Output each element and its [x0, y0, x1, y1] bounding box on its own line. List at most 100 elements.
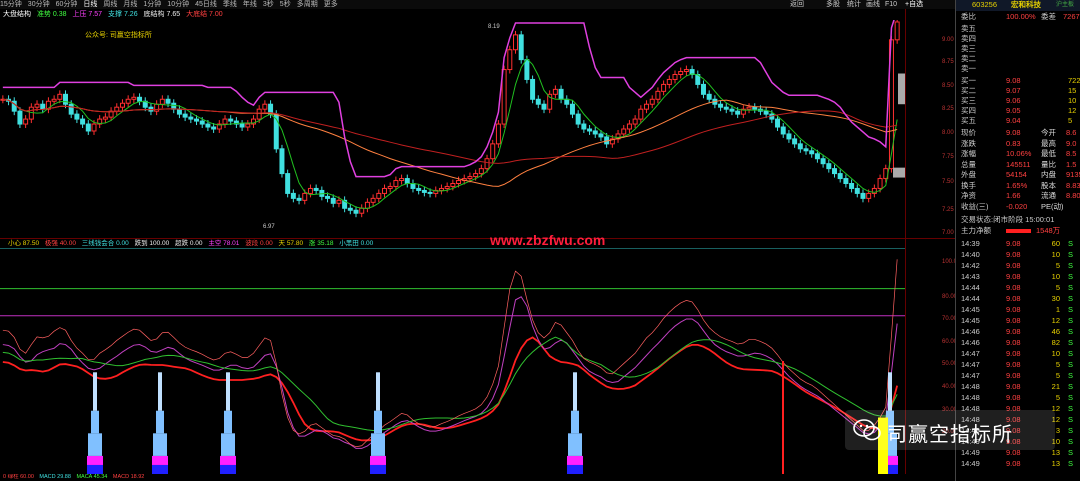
signal-bar [158, 372, 162, 411]
candle-body [102, 116, 108, 120]
period-tab[interactable]: 1分钟 [143, 1, 161, 8]
sell-level-label: 卖一 [961, 64, 976, 73]
toolbar-return[interactable]: 返回 [790, 0, 804, 9]
candle-body [63, 93, 68, 105]
stat-label: 现价 [961, 128, 976, 137]
candle-body [222, 118, 228, 125]
macd-value: MACD 18.92 [112, 474, 145, 480]
netflow-bar [1006, 229, 1031, 233]
candle-body [245, 123, 251, 128]
candle-body [661, 83, 667, 92]
period-tab[interactable]: 3秒 [263, 1, 274, 8]
tick-s: S [1068, 283, 1074, 292]
stat-label: 总量 [961, 159, 976, 169]
tick-v: 5 [1055, 261, 1060, 270]
signal-bar [87, 455, 103, 465]
candle-body [262, 103, 268, 110]
sub-indicator-value: 小心 87.50 [8, 240, 40, 247]
tick-s: S [1068, 382, 1074, 391]
candle-body [575, 113, 581, 125]
candle-body [359, 207, 365, 214]
candle-body [399, 178, 405, 182]
buy-level-label: 买五 [961, 116, 976, 125]
candle-body [626, 123, 632, 130]
tick-s: S [1068, 239, 1074, 248]
period-tab[interactable]: 更多 [324, 1, 338, 8]
buy-level-row: 买二 9.07 15 [956, 86, 1080, 96]
sub-indicator-value: 跌到 100.00 [134, 240, 170, 247]
period-tab[interactable]: 季线 [223, 1, 237, 8]
period-tab[interactable]: 年线 [243, 1, 257, 8]
indicator-value: 支撑 7.26 [108, 11, 138, 18]
period-tab[interactable]: 月线 [123, 1, 137, 8]
period-tab[interactable]: 15分钟 [0, 1, 22, 8]
tick-s: S [1068, 371, 1074, 380]
candle-body [119, 102, 125, 108]
sub-indicator-value: 极强 40.00 [44, 240, 76, 247]
osc-magenta-line [2, 296, 898, 449]
toolbar-stat[interactable]: 统计 [847, 0, 861, 9]
axis-tick-label: 7.75 [942, 154, 954, 160]
period-tab[interactable]: 10分钟 [167, 1, 189, 8]
sell-level-row: 卖二 [956, 54, 1080, 64]
tick-row: 14:39 9.08 60 S [956, 239, 1080, 249]
period-tab[interactable]: 日线 [83, 1, 97, 8]
toolbar-plus-self[interactable]: +自选 [905, 0, 923, 9]
tick-s: S [1068, 393, 1074, 402]
tick-p: 9.08 [1006, 272, 1021, 281]
candle-body [541, 103, 547, 110]
candle-body [490, 143, 496, 160]
stat-label: 换手 [961, 180, 976, 190]
signal-bar [91, 410, 99, 434]
period-tab[interactable]: 多周期 [297, 1, 318, 8]
period-tab[interactable]: 5秒 [280, 1, 291, 8]
candle-body [809, 150, 815, 155]
indicator-name[interactable]: 大盘结构 [3, 11, 31, 18]
price-candlestick-chart[interactable]: 8.19 6.97 [0, 20, 905, 238]
buy-price: 9.07 [1006, 86, 1021, 95]
candle-body [131, 96, 137, 100]
tick-v: 5 [1055, 283, 1060, 292]
stat-value: 8.6 [1066, 128, 1077, 137]
buy-volume: 5 [1068, 116, 1073, 125]
period-tab[interactable]: 30分钟 [28, 1, 50, 8]
stock-title[interactable]: 603256 宏和科技 沪主板 [956, 0, 1080, 11]
period-toolbar: 15分钟 30分钟 60分钟 日线 周线 月线 1分钟 10分钟 45日线 季线 年线 3秒 5秒 多周期… [0, 0, 955, 9]
sell-level-label: 卖二 [961, 54, 976, 63]
candle-body [125, 98, 131, 104]
axis-tick-label: 7.25 [942, 207, 954, 213]
tick-p: 9.08 [1006, 349, 1021, 358]
indicator-value: 大底结 7.00 [186, 11, 223, 18]
sub-indicator-value: 超跌 0.00 [175, 240, 203, 247]
candle-body [678, 71, 684, 75]
period-tab[interactable]: 周线 [103, 1, 117, 8]
candle-body [877, 178, 883, 189]
signal-bar [220, 464, 236, 474]
period-tab[interactable]: 60分钟 [56, 1, 78, 8]
quote-stat-row: 净资 1.66 流通 8.80 [956, 191, 1080, 201]
sell-level-label: 卖四 [961, 34, 976, 43]
stat-value: 1.5 [1066, 159, 1077, 169]
stat-label: 收益(三) [961, 201, 989, 211]
sub-indicator-header: 小心 87.50 极强 40.00 三线钱会合 0.00 跌到 100.00 超… [0, 238, 955, 248]
candle-body [649, 98, 655, 105]
tick-p: 9.08 [1006, 360, 1021, 369]
toolbar-draw[interactable]: 画线 [866, 0, 880, 9]
osc-red-line [2, 336, 899, 442]
period-tab[interactable]: 45日线 [195, 1, 217, 8]
buy-level-label: 买四 [961, 106, 976, 115]
buy-level-label: 买三 [961, 96, 976, 105]
tick-s: S [1068, 437, 1074, 446]
stat-label: 最高 [1041, 138, 1056, 148]
stat-value: 8.5 [1066, 149, 1077, 158]
stat-label: PE(动) [1041, 201, 1064, 211]
toolbar-multi[interactable]: 多股 [826, 0, 840, 9]
candle-body [638, 108, 644, 120]
toolbar-f10[interactable]: F10 [885, 0, 897, 9]
oscillator-chart[interactable] [0, 248, 905, 474]
sub-indicator-value: 天 57.80 [278, 240, 304, 247]
tick-v: 5 [1055, 371, 1060, 380]
tick-v: 5 [1055, 393, 1060, 402]
ma-long-line [2, 98, 898, 187]
quote-stat-row: 涨幅 10.06% 最低 8.5 [956, 149, 1080, 159]
